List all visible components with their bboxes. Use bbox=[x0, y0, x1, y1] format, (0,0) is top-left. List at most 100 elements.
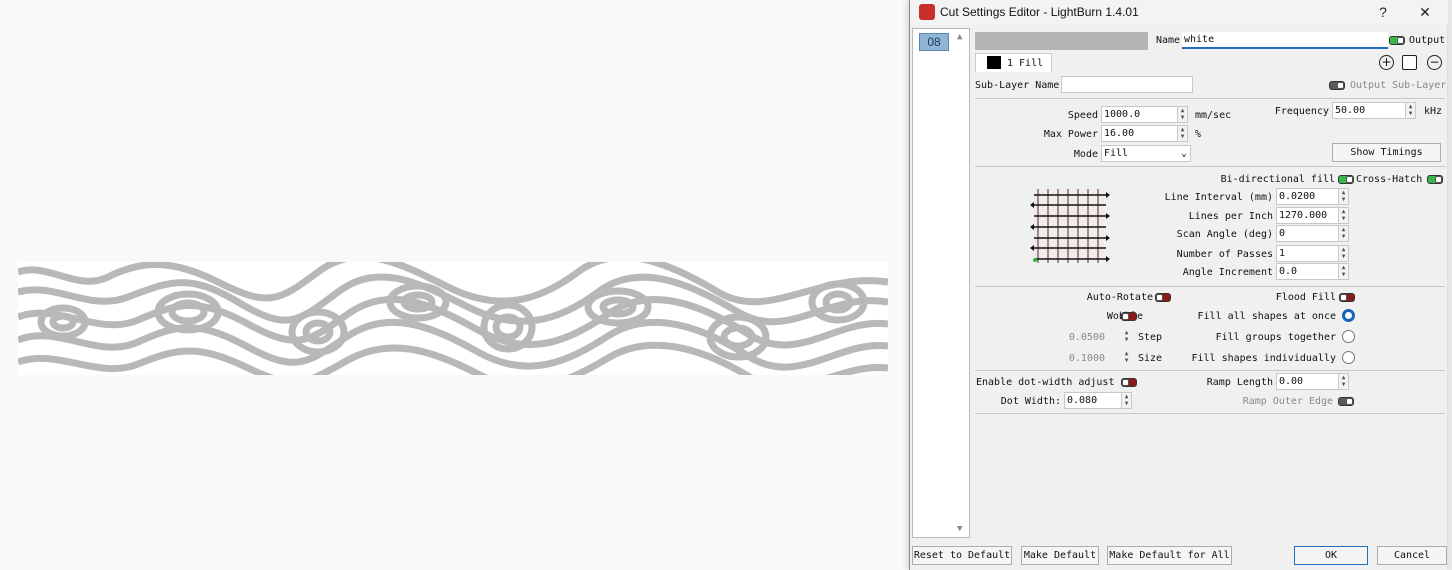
ramp-outer-edge-toggle[interactable] bbox=[1338, 397, 1354, 406]
wobble-step-label: Step bbox=[1138, 332, 1163, 343]
auto-rotate-label: Auto-Rotate bbox=[1086, 292, 1153, 303]
cut-settings-editor-window: Cut Settings Editor - LightBurn 1.4.01 ?… bbox=[909, 0, 1448, 570]
dot-width-input[interactable]: 0.080 bbox=[1064, 392, 1122, 409]
divider bbox=[975, 370, 1445, 371]
line-interval-input[interactable]: 0.0200 bbox=[1276, 188, 1339, 205]
lightburn-logo-icon bbox=[919, 4, 935, 20]
make-default-for-all-button[interactable]: Make Default for All bbox=[1107, 546, 1232, 565]
flood-fill-label: Flood Fill bbox=[1275, 292, 1336, 303]
wobble-toggle[interactable] bbox=[1121, 312, 1137, 321]
dot-width-adjust-label: Enable dot-width adjust bbox=[976, 377, 1115, 388]
ramp-length-label: Ramp Length bbox=[1206, 377, 1273, 388]
dot-width-spinner[interactable]: ▲ ▼ bbox=[1121, 392, 1132, 409]
divider bbox=[975, 98, 1445, 99]
cross-hatch-label: Cross-Hatch bbox=[1356, 174, 1423, 185]
ramp-outer-edge-label: Ramp Outer Edge bbox=[1242, 396, 1333, 407]
fill-individually-label: Fill shapes individually bbox=[1191, 353, 1337, 364]
cancel-button[interactable]: Cancel bbox=[1377, 546, 1447, 565]
layer-list[interactable]: 08 ▲ ▼ bbox=[912, 28, 970, 538]
lines-per-inch-label: Lines per Inch bbox=[1188, 211, 1273, 222]
help-button[interactable]: ? bbox=[1368, 2, 1398, 22]
line-interval-spinner[interactable]: ▲ ▼ bbox=[1338, 188, 1349, 205]
sublayer-name-label: Sub-Layer Name bbox=[975, 80, 1060, 91]
layer-item-08[interactable]: 08 bbox=[919, 33, 949, 51]
angle-increment-input[interactable]: 0.0 bbox=[1276, 263, 1339, 280]
output-sublayer-toggle[interactable] bbox=[1329, 81, 1345, 90]
sublayer-name-input[interactable] bbox=[1061, 76, 1193, 93]
dot-width-adjust-toggle[interactable] bbox=[1121, 378, 1137, 387]
sublayer-tab-label: 1 Fill bbox=[1007, 58, 1044, 69]
scan-angle-spinner[interactable]: ▲ ▼ bbox=[1338, 225, 1349, 242]
layer-name-input[interactable]: white bbox=[1182, 32, 1388, 49]
speed-unit: mm/sec bbox=[1195, 110, 1232, 121]
scan-angle-label: Scan Angle (deg) bbox=[1176, 229, 1273, 240]
divider bbox=[975, 413, 1445, 414]
cross-hatch-toggle[interactable] bbox=[1427, 175, 1443, 184]
speed-spinner[interactable]: ▲ ▼ bbox=[1177, 106, 1188, 123]
make-default-button[interactable]: Make Default bbox=[1021, 546, 1099, 565]
sublayer-color-swatch bbox=[987, 56, 1001, 69]
divider bbox=[975, 286, 1445, 287]
window-title: Cut Settings Editor - LightBurn 1.4.01 bbox=[940, 5, 1139, 19]
fill-preview-graphic bbox=[1030, 189, 1110, 263]
output-sublayer-label: Output Sub-Layer bbox=[1350, 80, 1447, 91]
ok-button[interactable]: OK bbox=[1294, 546, 1368, 565]
max-power-input[interactable]: 16.00 bbox=[1101, 125, 1178, 142]
copy-sublayer-icon[interactable] bbox=[1402, 55, 1417, 70]
frequency-unit: kHz bbox=[1424, 106, 1443, 117]
fill-individually-radio[interactable] bbox=[1342, 351, 1355, 364]
wobble-size-input[interactable]: 0.1000 bbox=[1050, 353, 1105, 364]
show-timings-button[interactable]: Show Timings bbox=[1332, 143, 1441, 162]
output-toggle[interactable] bbox=[1389, 36, 1405, 45]
wobble-size-label: Size bbox=[1138, 353, 1163, 364]
mode-select[interactable]: Fill ⌄ bbox=[1101, 145, 1191, 162]
fill-groups-radio[interactable] bbox=[1342, 330, 1355, 343]
max-power-unit: % bbox=[1195, 129, 1202, 140]
auto-rotate-toggle[interactable] bbox=[1155, 293, 1171, 302]
reset-to-default-button[interactable]: Reset to Default bbox=[912, 546, 1012, 565]
mode-value: Fill bbox=[1104, 148, 1129, 159]
angle-increment-spinner[interactable]: ▲ ▼ bbox=[1338, 263, 1349, 280]
divider bbox=[975, 166, 1445, 167]
ramp-length-spinner[interactable]: ▲ ▼ bbox=[1338, 373, 1349, 390]
name-label: Name bbox=[1156, 35, 1181, 46]
speed-input[interactable]: 1000.0 bbox=[1101, 106, 1178, 123]
mode-label: Mode bbox=[1073, 149, 1098, 160]
speed-label: Speed bbox=[1067, 110, 1098, 121]
lines-per-inch-spinner[interactable]: ▲ ▼ bbox=[1338, 207, 1349, 224]
sublayer-tab[interactable]: 1 Fill bbox=[975, 53, 1052, 72]
scroll-up-icon[interactable]: ▲ bbox=[957, 32, 962, 42]
title-bar: Cut Settings Editor - LightBurn 1.4.01 ?… bbox=[910, 0, 1448, 25]
frequency-label: Frequency bbox=[1274, 106, 1329, 117]
dot-width-label: Dot Width: bbox=[1000, 396, 1061, 407]
close-button[interactable]: ✕ bbox=[1410, 2, 1440, 22]
scan-angle-input[interactable]: 0 bbox=[1276, 225, 1339, 242]
flood-fill-toggle[interactable] bbox=[1339, 293, 1355, 302]
fill-groups-label: Fill groups together bbox=[1215, 332, 1336, 343]
angle-increment-label: Angle Increment bbox=[1182, 267, 1273, 278]
layer-color-swatch[interactable] bbox=[975, 32, 1148, 50]
frequency-input[interactable]: 50.00 bbox=[1332, 102, 1406, 119]
bidirectional-fill-toggle[interactable] bbox=[1338, 175, 1354, 184]
frequency-spinner[interactable]: ▲ ▼ bbox=[1405, 102, 1416, 119]
fill-all-shapes-label: Fill all shapes at once bbox=[1197, 311, 1336, 322]
remove-sublayer-icon[interactable]: − bbox=[1427, 55, 1442, 70]
ramp-length-input[interactable]: 0.00 bbox=[1276, 373, 1339, 390]
chevron-down-icon: ⌄ bbox=[1180, 148, 1187, 159]
scroll-down-icon[interactable]: ▼ bbox=[957, 524, 962, 534]
max-power-label: Max Power bbox=[1043, 129, 1098, 140]
add-sublayer-icon[interactable]: + bbox=[1379, 55, 1394, 70]
wobble-step-input[interactable]: 0.0500 bbox=[1050, 332, 1105, 343]
fill-all-shapes-radio[interactable] bbox=[1342, 309, 1355, 322]
number-of-passes-input[interactable]: 1 bbox=[1276, 245, 1339, 262]
line-interval-label: Line Interval (mm) bbox=[1164, 192, 1273, 203]
wobble-step-spinner[interactable]: ▲ ▼ bbox=[1121, 329, 1132, 346]
wobble-size-spinner[interactable]: ▲ ▼ bbox=[1121, 350, 1132, 367]
canvas-design-preview bbox=[18, 262, 888, 375]
number-of-passes-label: Number of Passes bbox=[1176, 249, 1273, 260]
output-label: Output bbox=[1409, 35, 1446, 46]
lines-per-inch-input[interactable]: 1270.000 bbox=[1276, 207, 1339, 224]
max-power-spinner[interactable]: ▲ ▼ bbox=[1177, 125, 1188, 142]
number-of-passes-spinner[interactable]: ▲ ▼ bbox=[1338, 245, 1349, 262]
bidirectional-fill-label: Bi-directional fill bbox=[1220, 174, 1335, 185]
